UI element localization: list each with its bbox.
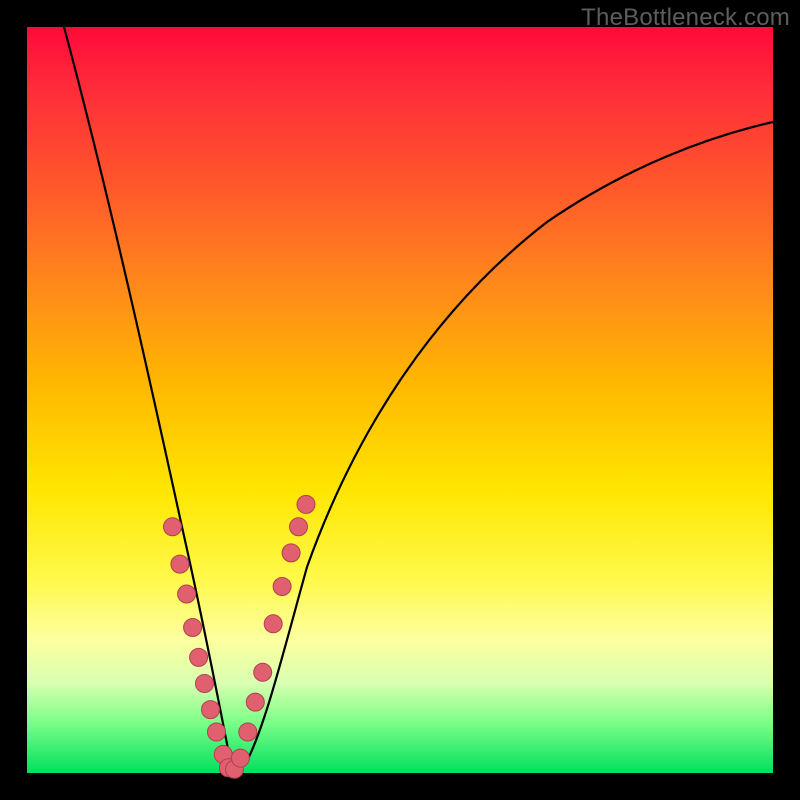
curve-marker bbox=[264, 615, 282, 633]
marker-group bbox=[164, 495, 316, 778]
curve-marker bbox=[282, 544, 300, 562]
curve-marker bbox=[208, 723, 226, 741]
curve-marker bbox=[190, 648, 208, 666]
curve-marker bbox=[202, 701, 220, 719]
curve-marker bbox=[246, 693, 264, 711]
chart-overlay bbox=[27, 27, 773, 773]
watermark-text: TheBottleneck.com bbox=[581, 4, 790, 32]
curve-marker bbox=[231, 749, 249, 767]
curve-marker bbox=[178, 585, 196, 603]
curve-marker bbox=[254, 663, 272, 681]
curve-marker bbox=[196, 675, 214, 693]
curve-marker bbox=[290, 518, 308, 536]
curve-marker bbox=[164, 518, 182, 536]
curve-marker bbox=[171, 555, 189, 573]
curve-marker bbox=[273, 578, 291, 596]
curve-marker bbox=[297, 495, 315, 513]
curve-marker bbox=[239, 723, 257, 741]
bottleneck-curve bbox=[64, 27, 773, 766]
curve-marker bbox=[184, 619, 202, 637]
